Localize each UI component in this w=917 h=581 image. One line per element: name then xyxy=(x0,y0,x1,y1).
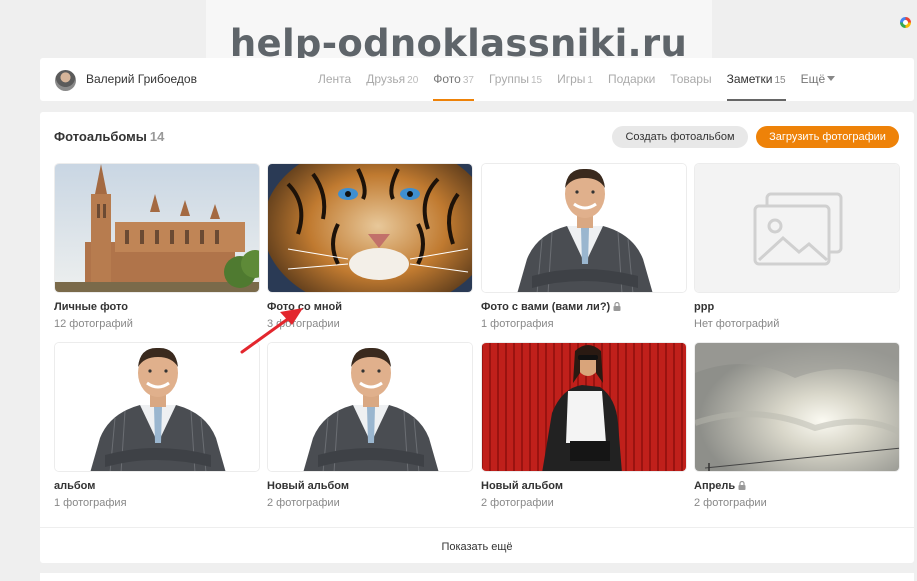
annotation-arrow-icon xyxy=(240,308,303,354)
